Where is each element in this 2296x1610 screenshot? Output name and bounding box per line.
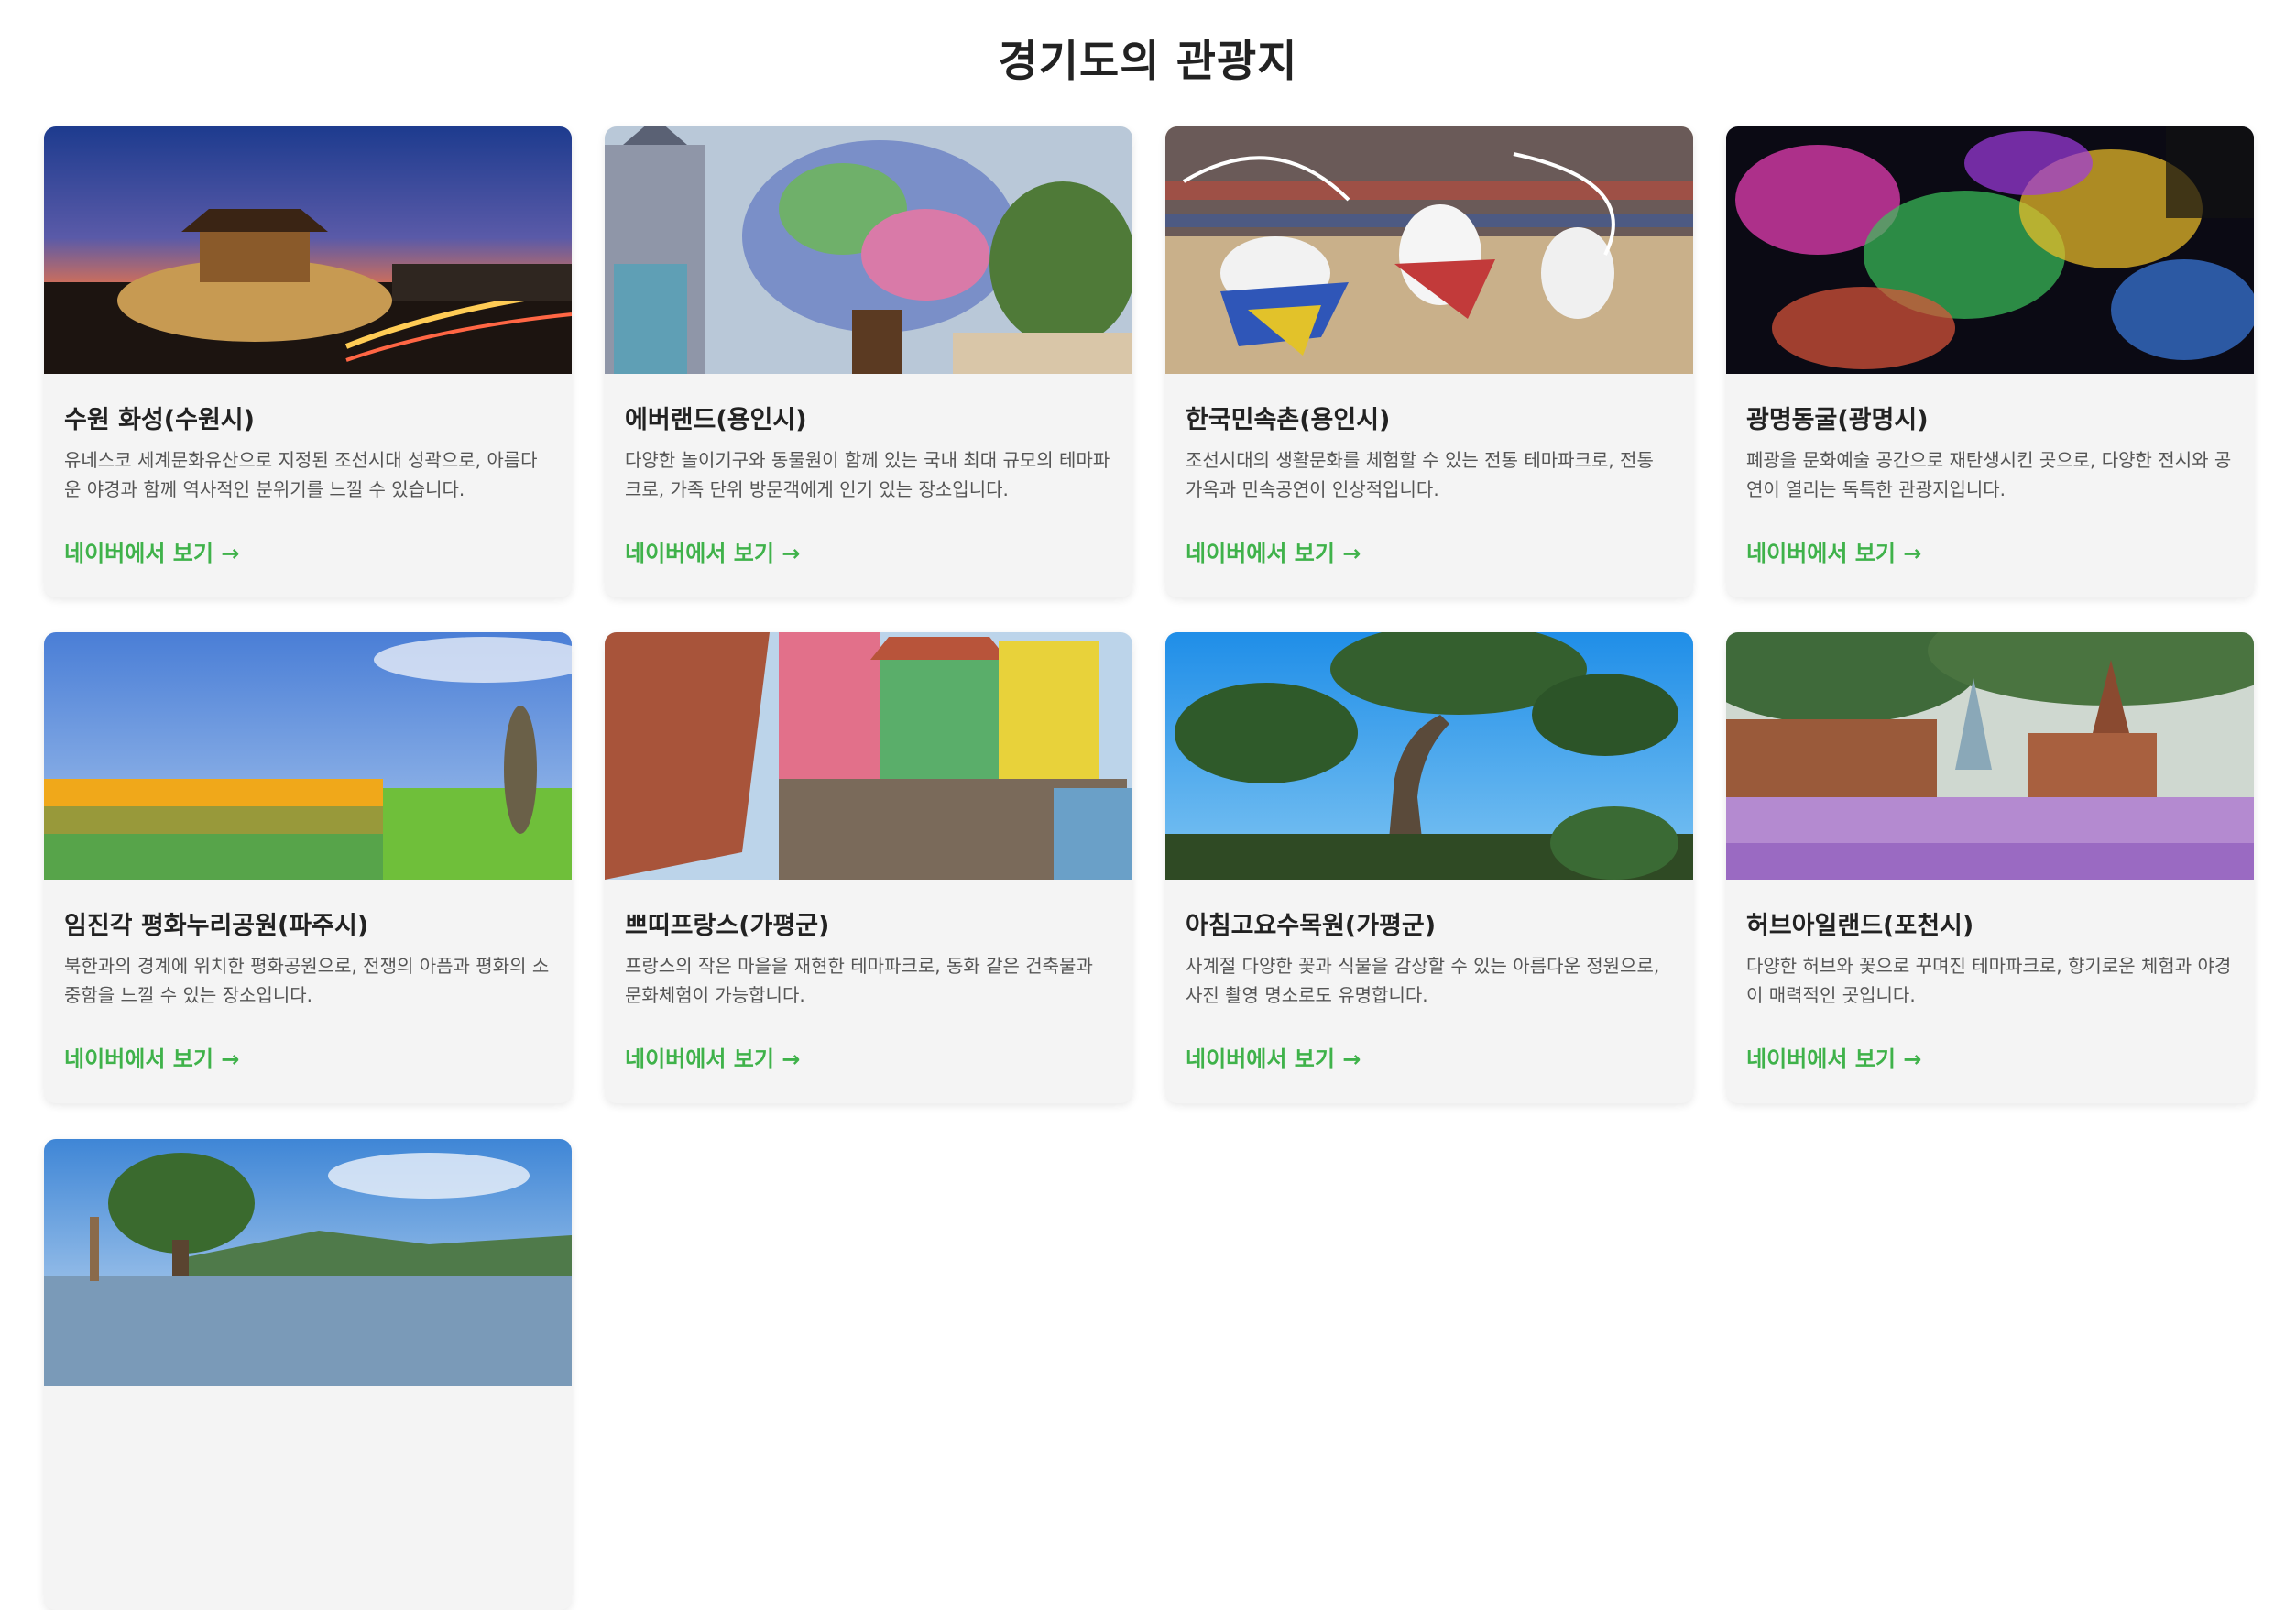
flower-tree-castle-photo [605, 126, 1132, 374]
page-title: 경기도의 관광지 [998, 37, 1298, 87]
card-title: 허브아일랜드(포천시) [1746, 912, 1974, 940]
naver-link[interactable]: 네이버에서 보기 → [1746, 535, 1921, 567]
card-description: 다양한 허브와 꽃으로 꾸며진 테마파크로, 향기로운 체험과 야경이 매력적인… [1746, 955, 2232, 1006]
page: 경기도의 관광지 수원 화성(수원시) 유네스코 세계문화유산으로 지정된 조선… [0, 0, 2296, 1610]
naver-link[interactable]: 네이버에서 보기 → [1186, 535, 1361, 567]
pinwheel-field-photo [44, 632, 572, 880]
folk-dance-performance-photo [1165, 126, 1693, 374]
naver-link[interactable]: 네이버에서 보기 → [625, 1041, 800, 1073]
card-title: 한국민속촌(용인시) [1186, 406, 1391, 434]
attraction-card[interactable]: 에버랜드(용인시) 다양한 놀이기구와 동물원이 함께 있는 국내 최대 규모의… [605, 126, 1132, 597]
naver-link[interactable]: 네이버에서 보기 → [625, 535, 800, 567]
card-description: 북한과의 경계에 위치한 평화공원으로, 전쟁의 아픔과 평화의 소중함을 느낄… [64, 955, 550, 1006]
riverside-tree-photo [44, 1139, 572, 1386]
colorful-village-photo [605, 632, 1132, 880]
pine-tree-garden-photo [1165, 632, 1693, 880]
card-title: 임진각 평화누리공원(파주시) [64, 912, 369, 940]
attraction-card[interactable]: 아침고요수목원(가평군) 사계절 다양한 꽃과 식물을 감상할 수 있는 아름다… [1165, 632, 1693, 1103]
cave-light-art-photo [1726, 126, 2254, 374]
attraction-card[interactable]: 광명동굴(광명시) 폐광을 문화예술 공간으로 재탄생시킨 곳으로, 다양한 전… [1726, 126, 2254, 597]
card-description: 프랑스의 작은 마을을 재현한 테마파크로, 동화 같은 건축물과 문화체험이 … [625, 955, 1093, 1006]
attraction-card[interactable] [44, 1139, 572, 1610]
fortress-night-photo [44, 126, 572, 374]
card-description: 사계절 다양한 꽃과 식물을 감상할 수 있는 아름다운 정원으로, 사진 촬영… [1186, 955, 1660, 1006]
card-description: 폐광을 문화예술 공간으로 재탄생시킨 곳으로, 다양한 전시와 공연이 열리는… [1746, 449, 2232, 500]
naver-link[interactable]: 네이버에서 보기 → [64, 1041, 239, 1073]
card-title: 아침고요수목원(가평군) [1186, 912, 1437, 940]
card-description: 조선시대의 생활문화를 체험할 수 있는 전통 테마파크로, 전통 가옥과 민속… [1186, 449, 1654, 500]
attraction-card[interactable]: 쁘띠프랑스(가평군) 프랑스의 작은 마을을 재현한 테마파크로, 동화 같은 … [605, 632, 1132, 1103]
naver-link[interactable]: 네이버에서 보기 → [1746, 1041, 1921, 1073]
card-title: 광명동굴(광명시) [1746, 406, 1929, 434]
attraction-card[interactable]: 허브아일랜드(포천시) 다양한 허브와 꽃으로 꾸며진 테마파크로, 향기로운 … [1726, 632, 2254, 1103]
attraction-card[interactable]: 수원 화성(수원시) 유네스코 세계문화유산으로 지정된 조선시대 성곽으로, … [44, 126, 572, 597]
card-title: 에버랜드(용인시) [625, 406, 807, 434]
card-description: 유네스코 세계문화유산으로 지정된 조선시대 성곽으로, 아름다운 야경과 함께… [64, 449, 538, 500]
naver-link[interactable]: 네이버에서 보기 → [64, 535, 239, 567]
naver-link[interactable]: 네이버에서 보기 → [1186, 1041, 1361, 1073]
card-title: 수원 화성(수원시) [64, 406, 255, 434]
attraction-card[interactable]: 한국민속촌(용인시) 조선시대의 생활문화를 체험할 수 있는 전통 테마파크로… [1165, 126, 1693, 597]
lavender-church-photo [1726, 632, 2254, 880]
card-description: 다양한 놀이기구와 동물원이 함께 있는 국내 최대 규모의 테마파크로, 가족… [625, 449, 1110, 500]
card-title: 쁘띠프랑스(가평군) [625, 912, 830, 940]
attraction-card[interactable]: 임진각 평화누리공원(파주시) 북한과의 경계에 위치한 평화공원으로, 전쟁의… [44, 632, 572, 1103]
